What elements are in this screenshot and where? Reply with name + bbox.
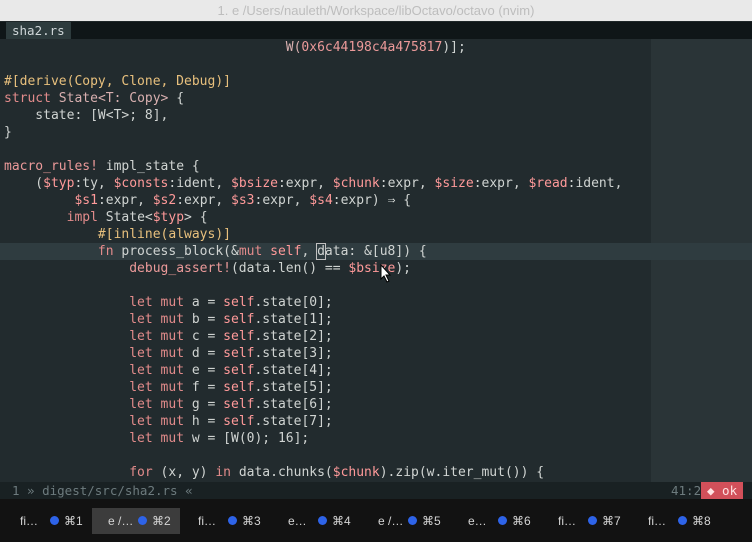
code-line: #[derive(Copy, Clone, Debug)] — [4, 74, 231, 89]
code-line: struct State<T: Copy> { — [4, 91, 185, 106]
code-line: ($typ:ty, $consts:ident, $bsize:expr, $c… — [4, 176, 623, 191]
code-line: let mut d = self.state[3]; — [129, 346, 333, 361]
terminal-tab-4[interactable]: e… ⌘4 — [272, 508, 360, 534]
code-line: let mut c = self.state[2]; — [129, 329, 333, 344]
code-line: state: [W<T>; 8], — [4, 108, 169, 123]
window-title: 1. e /Users/nauleth/Workspace/libOctavo/… — [0, 0, 752, 21]
status-line: 1 » digest/src/sha2.rs « 41:241 ◆ ok — [0, 482, 752, 499]
activity-dot-icon — [138, 516, 147, 525]
code-line: let mut h = self.state[7]; — [129, 414, 333, 429]
code-line: let mut a = self.state[0]; — [129, 295, 333, 310]
code-line: let mut g = self.state[6]; — [129, 397, 333, 412]
code-line: debug_assert!(data.len() == $bsize); — [129, 261, 412, 276]
terminal-tab-8[interactable]: fi… ⌘8 — [632, 508, 720, 534]
code-line: $s1:expr, $s2:expr, $s3:expr, $s4:expr) … — [74, 193, 412, 208]
ibeam-cursor-icon — [380, 264, 392, 283]
terminal-tab-7[interactable]: fi… ⌘7 — [542, 508, 630, 534]
activity-dot-icon — [408, 516, 417, 525]
code-line: let mut f = self.state[5]; — [129, 380, 333, 395]
activity-dot-icon — [318, 516, 327, 525]
terminal-tab-1[interactable]: fi… ⌘1 — [4, 508, 92, 534]
status-file-path: 1 » digest/src/sha2.rs « — [12, 483, 193, 498]
activity-dot-icon — [498, 516, 507, 525]
code-line: let mut e = self.state[4]; — [129, 363, 333, 378]
code-line: #[inline(always)] — [97, 227, 231, 242]
code-line: impl State<$typ> { — [66, 210, 208, 225]
code-line: let mut w = [W(0); 16]; — [129, 431, 310, 446]
terminal-tab-6[interactable]: e… ⌘6 — [452, 508, 540, 534]
buffer-tabline: sha2.rs — [0, 22, 752, 39]
lint-status-badge: ◆ ok — [701, 482, 744, 499]
terminal-tab-3[interactable]: fi… ⌘3 — [182, 508, 270, 534]
terminal-tab-bar: fi… ⌘1 e /… ⌘2 fi… ⌘3 e… ⌘4 e /… ⌘5 e… ⌘6 fi… ⌘… — [0, 499, 752, 542]
activity-dot-icon — [50, 516, 59, 525]
terminal-tab-5[interactable]: e /… ⌘5 — [362, 508, 450, 534]
terminal-tab-2[interactable]: e /… ⌘2 — [92, 508, 180, 534]
colorcolumn — [651, 39, 752, 482]
code-line: } — [4, 125, 12, 140]
code-editor[interactable]: W(0x6c44198c4a475817)]; #[derive(Copy, C… — [0, 39, 752, 482]
code-line: let mut b = self.state[1]; — [129, 312, 333, 327]
code-line: W(0x6c44198c4a475817)]; — [285, 40, 466, 55]
buffer-tab-sha2[interactable]: sha2.rs — [6, 22, 71, 39]
activity-dot-icon — [678, 516, 687, 525]
code-line: macro_rules! impl_state { — [4, 159, 200, 174]
text-cursor: d — [316, 243, 326, 260]
activity-dot-icon — [228, 516, 237, 525]
code-line-current: fn process_block(&mut self, data: &[u8])… — [97, 243, 427, 260]
activity-dot-icon — [588, 516, 597, 525]
code-line: for (x, y) in data.chunks($chunk).zip(w.… — [129, 465, 545, 480]
